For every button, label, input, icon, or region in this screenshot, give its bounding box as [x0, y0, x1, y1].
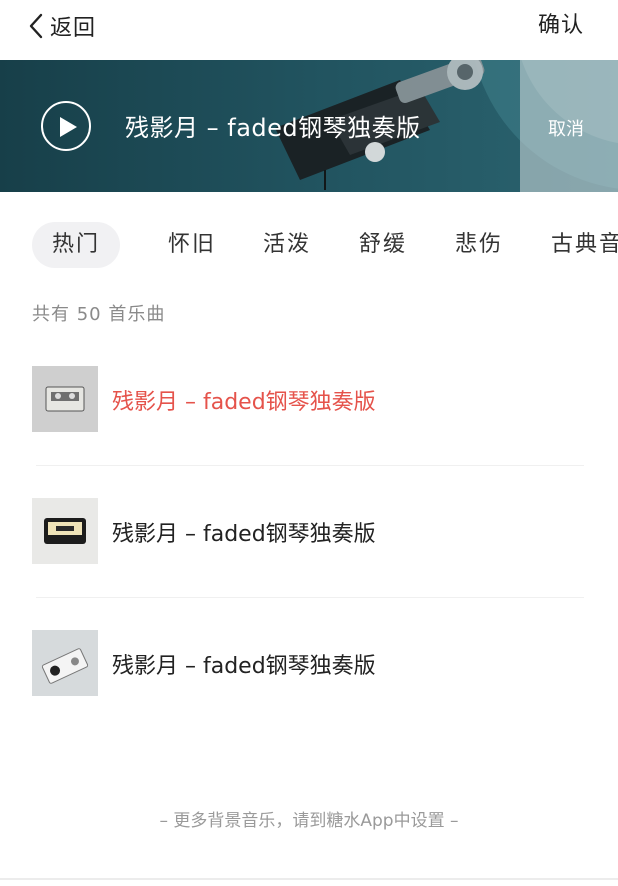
song-title: 残影月 – faded钢琴独奏版 [112, 654, 376, 679]
song-row[interactable]: 残影月 – faded钢琴独奏版 [0, 470, 618, 602]
cassette-tape-icon [32, 498, 98, 564]
tab-classical[interactable]: 古典音 [551, 222, 618, 268]
tab-lively[interactable]: 活泼 [263, 222, 311, 268]
top-nav-bar: 返回 确认 [0, 0, 618, 58]
cancel-button[interactable]: 取消 [548, 115, 584, 141]
cassette-tape-icon [32, 366, 98, 432]
back-label: 返回 [50, 16, 97, 41]
song-count: 共有 50 首乐曲 [32, 304, 166, 325]
divider [36, 465, 584, 466]
tab-soothing[interactable]: 舒缓 [359, 222, 407, 268]
tab-sad[interactable]: 悲伤 [455, 222, 503, 268]
song-title: 残影月 – faded钢琴独奏版 [112, 390, 376, 415]
song-row[interactable]: 残影月 – faded钢琴独奏版 [0, 338, 618, 470]
footer-note: – 更多背景音乐，请到糖水App中设置 – [159, 811, 459, 831]
back-button[interactable]: 返回 [28, 10, 96, 42]
bottom-divider [0, 878, 618, 880]
now-playing-title: 残影月 – faded钢琴独奏版 [125, 114, 421, 142]
chevron-left-icon [28, 13, 44, 39]
music-picker-screen: 返回 确认 残影月 – faded钢琴独奏版 取消 热门 怀旧 活泼 舒缓 悲伤… [0, 0, 618, 886]
divider [36, 597, 584, 598]
cassette-tape-icon [32, 630, 98, 696]
song-row[interactable]: 残影月 – faded钢琴独奏版 [0, 602, 618, 734]
tab-nostalgic[interactable]: 怀旧 [168, 222, 216, 268]
tab-hot[interactable]: 热门 [32, 222, 121, 268]
now-playing-banner: 残影月 – faded钢琴独奏版 取消 [0, 60, 618, 192]
category-tabs: 热门 怀旧 活泼 舒缓 悲伤 古典音 [0, 222, 618, 268]
song-title: 残影月 – faded钢琴独奏版 [112, 522, 376, 547]
play-button[interactable] [41, 101, 91, 151]
confirm-button[interactable]: 确认 [538, 10, 584, 42]
